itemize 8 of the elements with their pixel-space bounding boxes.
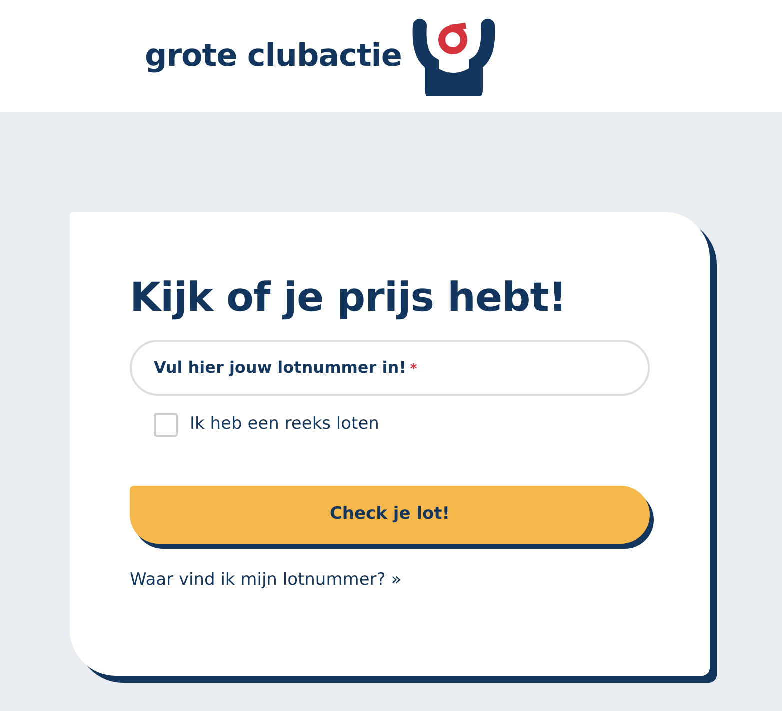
checkbox[interactable]	[154, 412, 178, 437]
checkbox-label: Ik heb een reeks loten	[190, 413, 380, 436]
field-label: Vul hier jouw lotnummer in! *	[154, 357, 418, 379]
lotnummer-field[interactable]: Vul hier jouw lotnummer in! *	[130, 340, 650, 396]
check-button[interactable]: Check je lot!	[130, 486, 650, 544]
help-link[interactable]: Waar vind ik mijn lotnummer? »	[130, 570, 402, 590]
logo-text: grote clubactie	[145, 36, 402, 76]
heading: Kijk of je prijs hebt!	[130, 274, 568, 322]
